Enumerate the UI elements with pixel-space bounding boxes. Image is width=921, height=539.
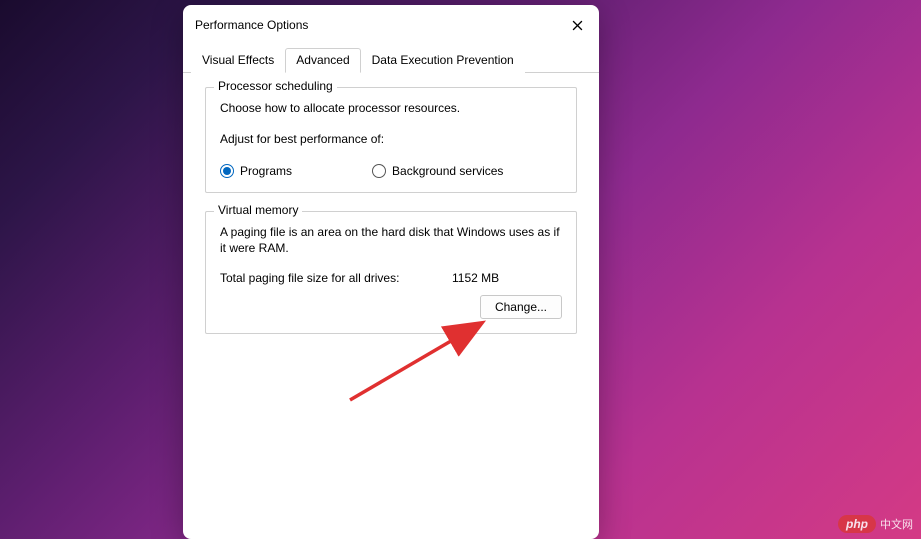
processor-radio-row: Programs Background services: [220, 164, 562, 178]
tab-advanced[interactable]: Advanced: [285, 48, 360, 73]
radio-icon: [372, 164, 386, 178]
vm-total-value: 1152 MB: [452, 271, 499, 285]
vm-group-desc: A paging file is an area on the hard dis…: [220, 224, 562, 258]
tab-bar: Visual Effects Advanced Data Execution P…: [183, 47, 599, 73]
vm-total-row: Total paging file size for all drives: 1…: [220, 271, 562, 285]
change-button[interactable]: Change...: [480, 295, 562, 319]
processor-adjust-label: Adjust for best performance of:: [220, 131, 562, 148]
radio-icon: [220, 164, 234, 178]
tab-dep[interactable]: Data Execution Prevention: [361, 48, 525, 73]
watermark: php 中文网: [838, 515, 913, 533]
close-button[interactable]: [565, 13, 589, 37]
tab-visual-effects[interactable]: Visual Effects: [191, 48, 285, 73]
watermark-brand: php: [838, 515, 876, 533]
radio-programs-label: Programs: [240, 164, 292, 178]
vm-total-label: Total paging file size for all drives:: [220, 271, 452, 285]
window-title: Performance Options: [195, 18, 308, 32]
radio-background-label: Background services: [392, 164, 503, 178]
tab-content: Processor scheduling Choose how to alloc…: [183, 73, 599, 539]
vm-group-title: Virtual memory: [214, 203, 302, 217]
processor-group-title: Processor scheduling: [214, 79, 337, 93]
vm-button-row: Change...: [220, 295, 562, 319]
titlebar: Performance Options: [183, 5, 599, 41]
processor-scheduling-group: Processor scheduling Choose how to alloc…: [205, 87, 577, 193]
performance-options-dialog: Performance Options Visual Effects Advan…: [183, 5, 599, 539]
processor-group-desc: Choose how to allocate processor resourc…: [220, 100, 562, 117]
radio-background-services[interactable]: Background services: [372, 164, 503, 178]
close-icon: [572, 20, 583, 31]
virtual-memory-group: Virtual memory A paging file is an area …: [205, 211, 577, 335]
radio-programs[interactable]: Programs: [220, 164, 292, 178]
watermark-suffix: 中文网: [880, 516, 913, 532]
